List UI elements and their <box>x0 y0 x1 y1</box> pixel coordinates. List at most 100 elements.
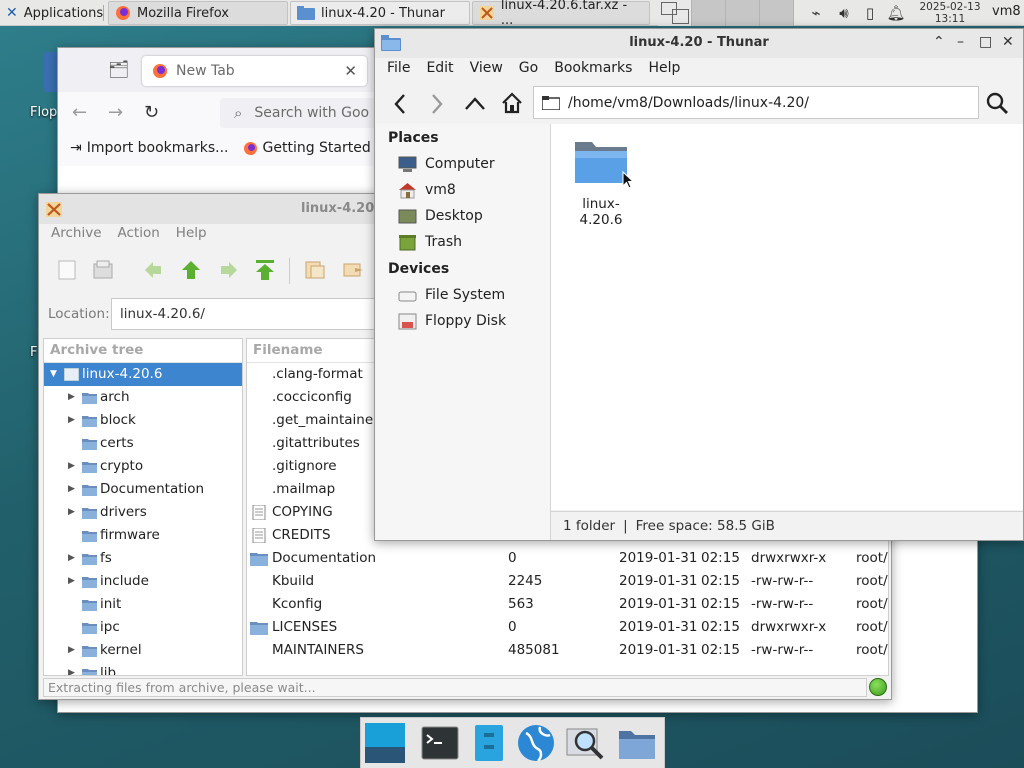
reload-icon[interactable]: ↻ <box>144 102 159 123</box>
task-label: Mozilla Firefox <box>137 5 229 21</box>
folder-icon <box>542 95 560 110</box>
tree-row[interactable]: ▶ arch <box>44 386 242 409</box>
back-icon[interactable] <box>393 93 407 115</box>
folder-icon[interactable] <box>617 723 657 763</box>
extract-icon[interactable] <box>303 258 327 282</box>
show-desktop-icon[interactable] <box>365 723 405 763</box>
tree-row[interactable]: ▶ block <box>44 409 242 432</box>
bookmark-getting-started[interactable]: Getting Started <box>243 140 371 156</box>
task-xarchiver[interactable]: linux-4.20.6.tar.xz - ... <box>472 0 650 28</box>
expand-arrow-icon[interactable]: ▶ <box>68 478 75 501</box>
menu-help[interactable]: Help <box>640 58 688 82</box>
home-icon[interactable] <box>500 91 524 115</box>
file-row[interactable]: Kconfig 563 2019-01-31 02:15 -rw-rw-r-- root/… <box>247 593 888 616</box>
expanded-arrow-icon[interactable]: ▼ <box>50 363 57 386</box>
device-floppy[interactable]: Floppy Disk <box>398 309 506 333</box>
top-arrow-icon[interactable] <box>253 258 277 282</box>
clock[interactable]: 2025-02-13 13:11 <box>914 0 986 26</box>
applications-menu-button[interactable]: ✕ Applications <box>0 1 109 25</box>
thunar-titlebar[interactable]: linux-4.20 - Thunar ⌃ – □ ✕ <box>375 29 1023 58</box>
battery-icon[interactable]: ▯ <box>860 3 880 23</box>
minimize-icon[interactable]: – <box>957 34 964 50</box>
tree-row[interactable]: ▶ kernel <box>44 639 242 662</box>
menu-archive[interactable]: Archive <box>43 224 110 246</box>
task-firefox[interactable]: Mozilla Firefox <box>108 1 288 25</box>
tab-overview-icon[interactable]: 🗂︎ <box>108 60 130 80</box>
location-path-bar[interactable]: /home/vm8/Downloads/linux-4.20/ <box>533 86 979 119</box>
workspace-4[interactable] <box>760 0 794 26</box>
notification-bell-icon[interactable]: 🔔︎ <box>886 3 906 23</box>
back-arrow-icon[interactable] <box>141 258 165 282</box>
tree-row[interactable]: ▶ crypto <box>44 455 242 478</box>
menu-go[interactable]: Go <box>511 58 546 82</box>
forward-arrow-icon[interactable] <box>217 258 241 282</box>
terminal-icon[interactable] <box>420 723 460 763</box>
task-thunar[interactable]: linux-4.20 - Thunar <box>290 1 470 25</box>
file-name: Kbuild <box>272 573 315 589</box>
maximize-icon[interactable]: □ <box>979 34 992 50</box>
expand-arrow-icon[interactable]: ▶ <box>68 570 75 593</box>
forward-icon[interactable]: → <box>108 102 123 123</box>
tree-row[interactable]: ▶ fs <box>44 547 242 570</box>
user-menu[interactable]: vm8 <box>992 4 1021 19</box>
thunar-side-pane: Places Computer vm8 Desktop Trash Device… <box>376 124 551 540</box>
parent-folder-icon[interactable] <box>464 95 486 111</box>
open-archive-icon[interactable] <box>91 258 115 282</box>
file-row[interactable]: LICENSES 0 2019-01-3102:15 drwxrwxr-x root/r <box>247 616 888 639</box>
menu-bookmarks[interactable]: Bookmarks <box>546 58 640 82</box>
tree-row-label: firmware <box>100 527 160 543</box>
file-manager-icon[interactable] <box>469 723 509 763</box>
device-file-system[interactable]: File System <box>398 283 505 307</box>
file-row[interactable]: Kbuild 2245 2019-01-31 02:15 -rw-rw-r-- root/… <box>247 570 888 593</box>
place-computer[interactable]: Computer <box>398 152 495 176</box>
archive-tree-pane[interactable]: Archive tree ▼ linux-4.20.6 ▶ arch ▶ block cer… <box>43 338 243 676</box>
add-files-icon[interactable] <box>341 258 365 282</box>
file-row[interactable]: MAINTAINERS 485081 2019-01-31 02:15 -rw-rw-r… <box>247 639 888 662</box>
place-desktop[interactable]: Desktop <box>398 204 483 228</box>
expand-arrow-icon[interactable]: ▶ <box>68 662 75 675</box>
workspace-1[interactable] <box>658 0 692 26</box>
place-trash[interactable]: Trash <box>398 230 462 254</box>
expand-arrow-icon[interactable]: ▶ <box>68 501 75 524</box>
device-label: File System <box>425 287 506 303</box>
close-tab-icon[interactable]: ✕ <box>344 62 357 80</box>
forward-icon[interactable] <box>430 93 444 115</box>
expand-arrow-icon[interactable]: ▶ <box>68 547 75 570</box>
volume-icon[interactable]: 🔊︎ <box>834 3 854 23</box>
tree-row[interactable]: ipc <box>44 616 242 639</box>
tree-row[interactable]: certs <box>44 432 242 455</box>
menu-help[interactable]: Help <box>168 224 215 246</box>
tree-row[interactable]: ▶ lib <box>44 662 242 675</box>
expand-arrow-icon[interactable]: ▶ <box>68 639 75 662</box>
tree-row[interactable]: ▶ drivers <box>44 501 242 524</box>
tree-row[interactable]: init <box>44 593 242 616</box>
menu-edit[interactable]: Edit <box>418 58 461 82</box>
archive-tree-header[interactable]: Archive tree <box>44 339 242 363</box>
thunar-file-view[interactable]: linux-4.20.6 <box>551 124 1023 510</box>
tab-new-tab[interactable]: New Tab ✕ <box>142 56 367 86</box>
tree-root-row[interactable]: ▼ linux-4.20.6 <box>44 363 242 386</box>
expand-arrow-icon[interactable]: ▶ <box>68 386 75 409</box>
tree-row[interactable]: ▶ Documentation <box>44 478 242 501</box>
workspace-2[interactable] <box>692 0 726 26</box>
search-icon[interactable] <box>985 91 1009 115</box>
web-browser-icon[interactable] <box>516 723 556 763</box>
workspace-3[interactable] <box>726 0 760 26</box>
expand-arrow-icon[interactable]: ▶ <box>68 409 75 432</box>
tree-row[interactable]: firmware <box>44 524 242 547</box>
expand-arrow-icon[interactable]: ▶ <box>68 455 75 478</box>
menu-file[interactable]: File <box>379 58 418 82</box>
app-finder-icon[interactable] <box>565 723 605 763</box>
back-icon[interactable]: ← <box>72 102 87 123</box>
new-archive-icon[interactable] <box>55 258 79 282</box>
menu-view[interactable]: View <box>462 58 511 82</box>
place-home[interactable]: vm8 <box>398 178 456 202</box>
bookmark-import[interactable]: ⇥ Import bookmarks... <box>70 140 229 156</box>
tree-row[interactable]: ▶ include <box>44 570 242 593</box>
network-icon[interactable]: ⌁ <box>806 3 826 23</box>
minimize-up-icon[interactable]: ⌃ <box>933 34 945 50</box>
menu-action[interactable]: Action <box>110 224 168 246</box>
file-row[interactable]: Documentation 0 2019-01-31 02:15 drwxrwxr-x r… <box>247 547 888 570</box>
up-arrow-icon[interactable] <box>179 258 203 282</box>
close-icon[interactable]: ✕ <box>1002 34 1014 50</box>
